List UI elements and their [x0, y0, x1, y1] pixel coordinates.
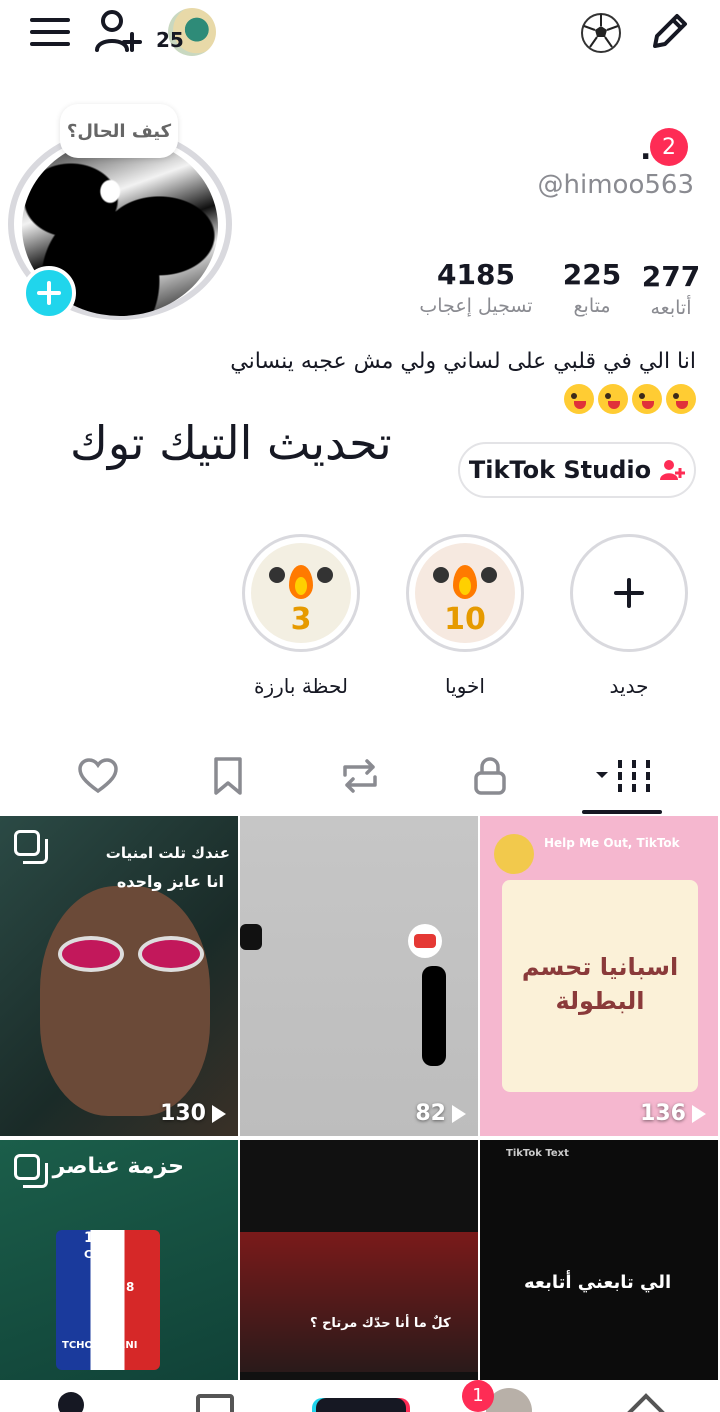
view-count: 82 — [415, 1101, 466, 1126]
highlight-label: جديد — [609, 674, 649, 698]
tab-reposts[interactable] — [330, 752, 390, 800]
tiktok-studio-label: TikTok Studio — [468, 456, 652, 484]
view-count: 130 — [160, 1101, 226, 1126]
video-caption: Help Me Out, TikTok — [544, 836, 680, 850]
stat-likes-label: تسجيل إعجاب — [419, 295, 533, 317]
video-caption: TikTok Text — [506, 1148, 569, 1159]
videos-grid-icon — [596, 760, 650, 792]
player-card-name: TCHOUAMENI — [62, 1340, 138, 1351]
profile-nav-icon[interactable] — [58, 1392, 84, 1412]
add-story-button[interactable] — [22, 266, 76, 320]
video-thumbnail[interactable]: حزمة عناصر 115 CDM 8 TCHOUAMENI — [0, 1140, 240, 1412]
hamburger-menu-icon[interactable] — [28, 12, 72, 52]
stat-likes[interactable]: 4185 تسجيل إعجاب — [410, 258, 542, 317]
photo-carousel-icon — [14, 1154, 48, 1188]
tab-private[interactable] — [460, 752, 520, 800]
stat-following[interactable]: 277 أتابعه — [638, 260, 704, 319]
play-icon — [452, 1104, 466, 1123]
create-button[interactable] — [316, 1398, 406, 1412]
bio-text: انا الي في قلبي على لساني ولي مش عجبه ين… — [230, 349, 696, 374]
play-icon — [692, 1104, 706, 1123]
new-highlight-button[interactable] — [570, 534, 688, 652]
highlight-number: 3 — [290, 602, 312, 637]
bio-emoji-row — [564, 384, 696, 414]
stat-followers[interactable]: 225 متابع — [556, 258, 628, 317]
player-card-position: CDM — [84, 1248, 113, 1261]
tab-favorites[interactable] — [198, 752, 258, 800]
highlight-cover: 3 — [242, 534, 360, 652]
youtube-icon — [408, 924, 442, 958]
video-thumbnail[interactable]: TikTok Text الي تابعني أتابعه — [480, 1140, 720, 1412]
play-icon — [212, 1104, 226, 1123]
highlight-label: اخويا — [445, 674, 485, 698]
bottom-nav: 1 — [0, 1380, 720, 1412]
highlight-item[interactable]: 10 اخويا — [406, 534, 524, 698]
avatar-note-bubble[interactable]: كيف الحال؟ — [60, 104, 178, 158]
active-tab-indicator — [582, 810, 662, 814]
view-count-value: 82 — [415, 1101, 446, 1126]
plus-icon — [614, 578, 644, 608]
video-caption: الي تابعني أتابعه — [524, 1272, 672, 1293]
video-caption: عندك تلت امنيات — [105, 844, 230, 862]
video-thumbnail[interactable]: 82 — [240, 816, 480, 1136]
highlight-number: 10 — [444, 602, 486, 637]
highlight-label: لحظة بارزة — [254, 674, 348, 698]
highlight-item[interactable]: 3 لحظة بارزة — [242, 534, 360, 698]
video-caption: اسبانيا تحسم البطولة — [521, 953, 679, 1015]
friend-count: 25 — [156, 28, 184, 52]
stat-likes-value: 4185 — [437, 258, 515, 291]
video-thumbnail[interactable]: كلٌ ما أنا حدّك مرتاح ؟ — [240, 1140, 480, 1412]
highlight-new[interactable]: جديد — [570, 534, 688, 698]
tab-videos[interactable] — [582, 752, 662, 800]
tab-liked[interactable] — [68, 752, 128, 800]
soccer-ball-icon[interactable] — [578, 10, 624, 56]
tiktok-logo-icon — [240, 924, 262, 950]
username: @himoo563 — [537, 170, 694, 200]
video-grid: عندك تلت امنيات انا عايز واحده 130 82 He… — [0, 816, 720, 1412]
add-person-icon[interactable] — [92, 6, 144, 56]
video-thumbnail[interactable]: عندك تلت امنيات انا عايز واحده 130 — [0, 816, 240, 1136]
chat-bubble-icon — [494, 834, 534, 874]
view-count-value: 130 — [160, 1101, 206, 1126]
zany-face-emoji-icon — [666, 384, 696, 414]
zany-face-emoji-icon — [564, 384, 594, 414]
stat-followers-value: 225 — [562, 258, 622, 291]
video-caption: حزمة عناصر — [52, 1154, 184, 1179]
video-caption: انا عايز واحده — [116, 872, 224, 891]
zany-face-emoji-icon — [598, 384, 628, 414]
stat-followers-label: متابع — [573, 295, 611, 317]
notification-badge[interactable]: 2 — [650, 128, 688, 166]
view-count: 136 — [640, 1101, 706, 1126]
photo-carousel-icon — [14, 830, 48, 864]
inbox-badge: 1 — [462, 1380, 494, 1412]
zany-face-emoji-icon — [632, 384, 662, 414]
stat-following-label: أتابعه — [650, 297, 692, 319]
bookmark-icon — [214, 757, 242, 795]
stat-following-value: 277 — [641, 260, 701, 293]
home-nav-icon[interactable] — [622, 1390, 670, 1412]
repost-icon — [343, 759, 377, 793]
profile-banner-title: تحديث التيك توك — [70, 416, 392, 470]
player-card-rating: 115 — [84, 1230, 114, 1246]
heart-icon — [78, 758, 118, 794]
pencil-icon[interactable] — [644, 8, 694, 56]
player-card-number: 8 — [126, 1280, 135, 1294]
highlight-cover: 10 — [406, 534, 524, 652]
video-caption: كلٌ ما أنا حدّك مرتاح ؟ — [310, 1316, 451, 1331]
tiktok-studio-button[interactable]: TikTok Studio — [458, 442, 696, 498]
studio-people-icon — [659, 458, 686, 482]
view-count-value: 136 — [640, 1101, 686, 1126]
inbox-nav-icon[interactable] — [196, 1394, 234, 1412]
lock-icon — [474, 757, 506, 795]
video-thumbnail[interactable]: Help Me Out, TikTok اسبانيا تحسم البطولة… — [480, 816, 720, 1136]
